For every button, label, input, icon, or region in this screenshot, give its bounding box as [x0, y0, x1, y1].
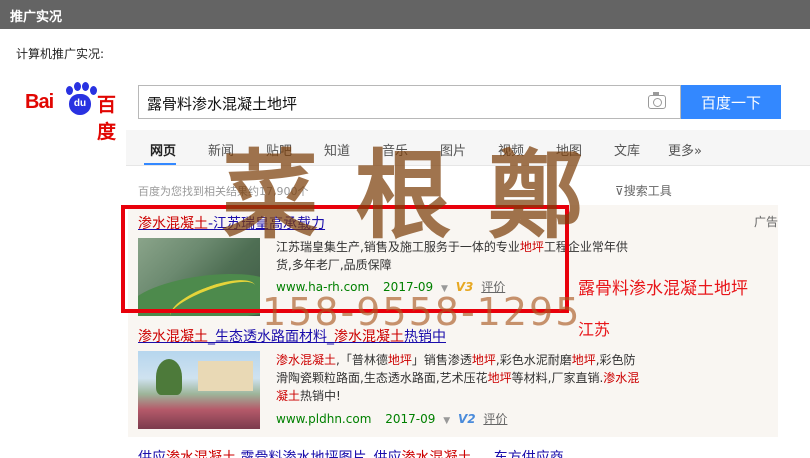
filter-icon: ⊽ [615, 184, 624, 198]
result-2-eval-link[interactable]: 评价 [483, 412, 507, 426]
page-title: 推广实况 [10, 10, 63, 25]
camera-icon[interactable] [648, 92, 666, 109]
paw-icon: du [63, 82, 97, 118]
tab-wenku[interactable]: 文库 [614, 140, 640, 159]
ad-label: 广告 [754, 215, 779, 229]
watermark-char-3: 鄭 [488, 139, 584, 252]
search-button[interactable]: 百度一下 [681, 85, 781, 119]
search-input[interactable]: 露骨料渗水混凝土地坪 [138, 85, 681, 119]
search-query: 露骨料渗水混凝土地坪 [147, 95, 298, 113]
overlay-location: 江苏 [578, 320, 611, 339]
tab-web[interactable]: 网页 [150, 140, 176, 159]
result-2-description: 渗水混凝土,「普林德地坪」销售渗透地坪,彩色水泥耐磨地坪,彩色防 滑陶瓷颗粒路面… [276, 353, 640, 403]
logo-bai-text: Bai [25, 91, 54, 113]
v-badge-icon[interactable]: V2 [458, 412, 476, 426]
caption: 计算机推广实况: [16, 47, 105, 61]
dropdown-arrow-icon[interactable]: ▼ [443, 416, 450, 426]
search-tools-button[interactable]: ⊽搜索工具 [615, 182, 672, 199]
tab-zhidao[interactable]: 知道 [324, 140, 350, 159]
active-tab-underline [144, 163, 176, 165]
baidu-logo[interactable]: Bai du 百度 [25, 82, 131, 143]
watermark-char-1: 菜 [222, 139, 318, 252]
watermark-phone: 158-9558-1295 [262, 290, 582, 334]
watermark-char-2: 根 [355, 139, 451, 252]
top-bar: 推广实况 [0, 0, 810, 29]
result-3-title[interactable]: 供应渗水混凝土 露骨料渗水地坪图片_供应渗水混凝土 ... 东方供应商 [138, 447, 564, 458]
overlay-keyword: 露骨料渗水混凝土地坪 [578, 279, 748, 299]
logo-du-text: du [73, 98, 87, 109]
result-2-meta: www.pldhn.com 2017-09 ▼ V2 评价 [276, 410, 507, 427]
result-2-url[interactable]: www.pldhn.com [276, 412, 371, 426]
result-2-date: 2017-09 [385, 412, 436, 426]
tab-more[interactable]: 更多» [668, 140, 702, 159]
result-2-thumbnail[interactable] [138, 351, 260, 429]
